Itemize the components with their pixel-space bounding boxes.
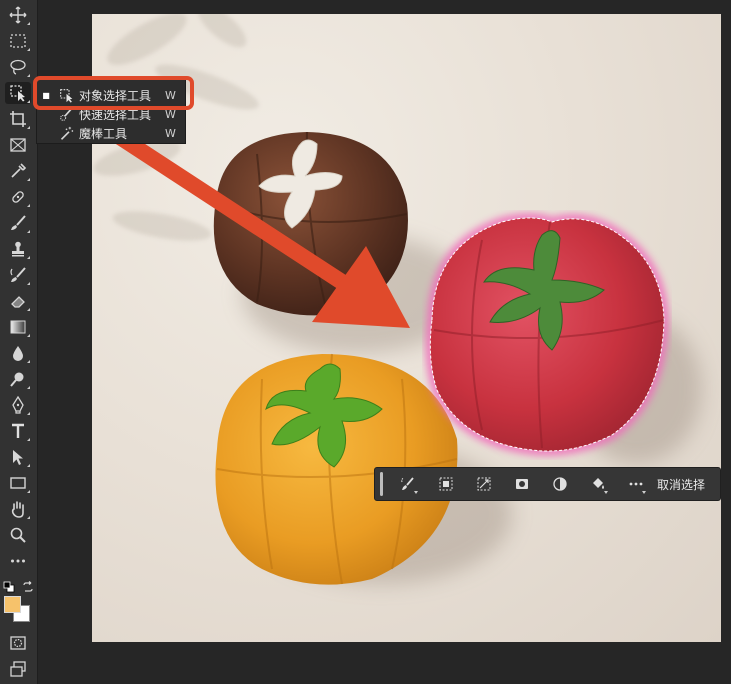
healing-brush-icon	[12, 191, 24, 203]
adjustment-icon	[553, 477, 567, 491]
modify-selection-button[interactable]	[389, 471, 427, 497]
blur-icon	[13, 346, 23, 361]
lasso-tool[interactable]	[5, 56, 31, 78]
default-colors-icon[interactable]	[3, 578, 15, 593]
select-subject-button[interactable]	[427, 471, 465, 497]
zoom-tool[interactable]	[5, 524, 31, 546]
screen-mode-button[interactable]	[5, 658, 31, 680]
stamp-icon	[12, 241, 24, 257]
flyout-item-magic-wand[interactable]: 魔棒工具 W	[37, 123, 187, 143]
type-icon	[12, 423, 24, 438]
frame-tool[interactable]	[5, 134, 31, 156]
crop-tool[interactable]	[5, 108, 31, 130]
annotation-arrow	[98, 120, 410, 328]
create-mask-button[interactable]	[503, 471, 541, 497]
healing-brush-tool[interactable]	[5, 186, 31, 208]
history-brush-tool[interactable]	[5, 264, 31, 286]
magic-wand-icon	[57, 125, 75, 141]
marquee-icon	[10, 34, 26, 48]
object-selection-icon	[10, 85, 25, 102]
invert-selection-icon	[477, 477, 491, 491]
eraser-tool[interactable]	[5, 290, 31, 312]
type-tool[interactable]	[5, 420, 31, 442]
gradient-tool[interactable]	[5, 316, 31, 338]
contextual-task-bar: 取消选择	[374, 467, 721, 501]
more-icon	[629, 482, 643, 486]
stamp-tool[interactable]	[5, 238, 31, 260]
screen-mode-icon	[10, 661, 26, 677]
eyedropper-icon	[11, 163, 27, 178]
mask-icon	[516, 479, 528, 489]
annotation-highlight-box	[33, 76, 194, 110]
move-tool[interactable]	[5, 4, 31, 26]
zoom-icon	[10, 527, 26, 543]
eraser-icon	[11, 296, 25, 308]
blur-tool[interactable]	[5, 342, 31, 364]
brush-selection-icon	[401, 477, 414, 490]
more-options-button[interactable]	[617, 471, 655, 497]
tomato-plush-selected[interactable]	[422, 210, 672, 460]
marquee-tool[interactable]	[5, 30, 31, 52]
dodge-tool[interactable]	[5, 368, 31, 390]
edit-toolbar-button[interactable]	[5, 550, 31, 572]
dodge-icon	[10, 372, 24, 387]
rectangle-icon	[10, 477, 26, 489]
brush-tool[interactable]	[5, 212, 31, 234]
invert-selection-button[interactable]	[465, 471, 503, 497]
pen-tool[interactable]	[5, 394, 31, 416]
foreground-color-swatch[interactable]	[4, 596, 21, 613]
swap-colors-icon[interactable]	[22, 578, 34, 592]
eyedropper-tool[interactable]	[5, 160, 31, 182]
pen-icon	[12, 396, 24, 414]
path-selection-tool[interactable]	[5, 446, 31, 468]
quick-mask-button[interactable]	[5, 632, 31, 654]
quick-mask-icon	[10, 636, 26, 650]
frame-icon	[10, 138, 26, 152]
crop-icon	[10, 111, 26, 127]
hand-tool[interactable]	[5, 498, 31, 520]
fill-selection-button[interactable]	[579, 471, 617, 497]
gradient-icon	[10, 320, 26, 334]
adjustment-layer-button[interactable]	[541, 471, 579, 497]
deselect-button[interactable]: 取消选择	[657, 476, 705, 493]
history-brush-icon	[10, 267, 26, 282]
rectangle-tool[interactable]	[5, 472, 31, 494]
path-selection-icon	[13, 450, 23, 465]
more-icon	[11, 559, 25, 563]
lasso-icon	[10, 59, 26, 75]
taskbar-grip[interactable]	[380, 472, 383, 496]
move-icon	[9, 6, 27, 24]
select-subject-icon	[439, 477, 453, 491]
object-selection-tool[interactable]	[5, 82, 31, 104]
hand-icon	[11, 501, 24, 518]
paint-bucket-icon	[593, 478, 604, 489]
photoshop-window: ■ 对象选择工具 W 快速选择工具 W 魔棒工具 W 取消选择	[0, 0, 731, 684]
brush-icon	[11, 215, 26, 230]
